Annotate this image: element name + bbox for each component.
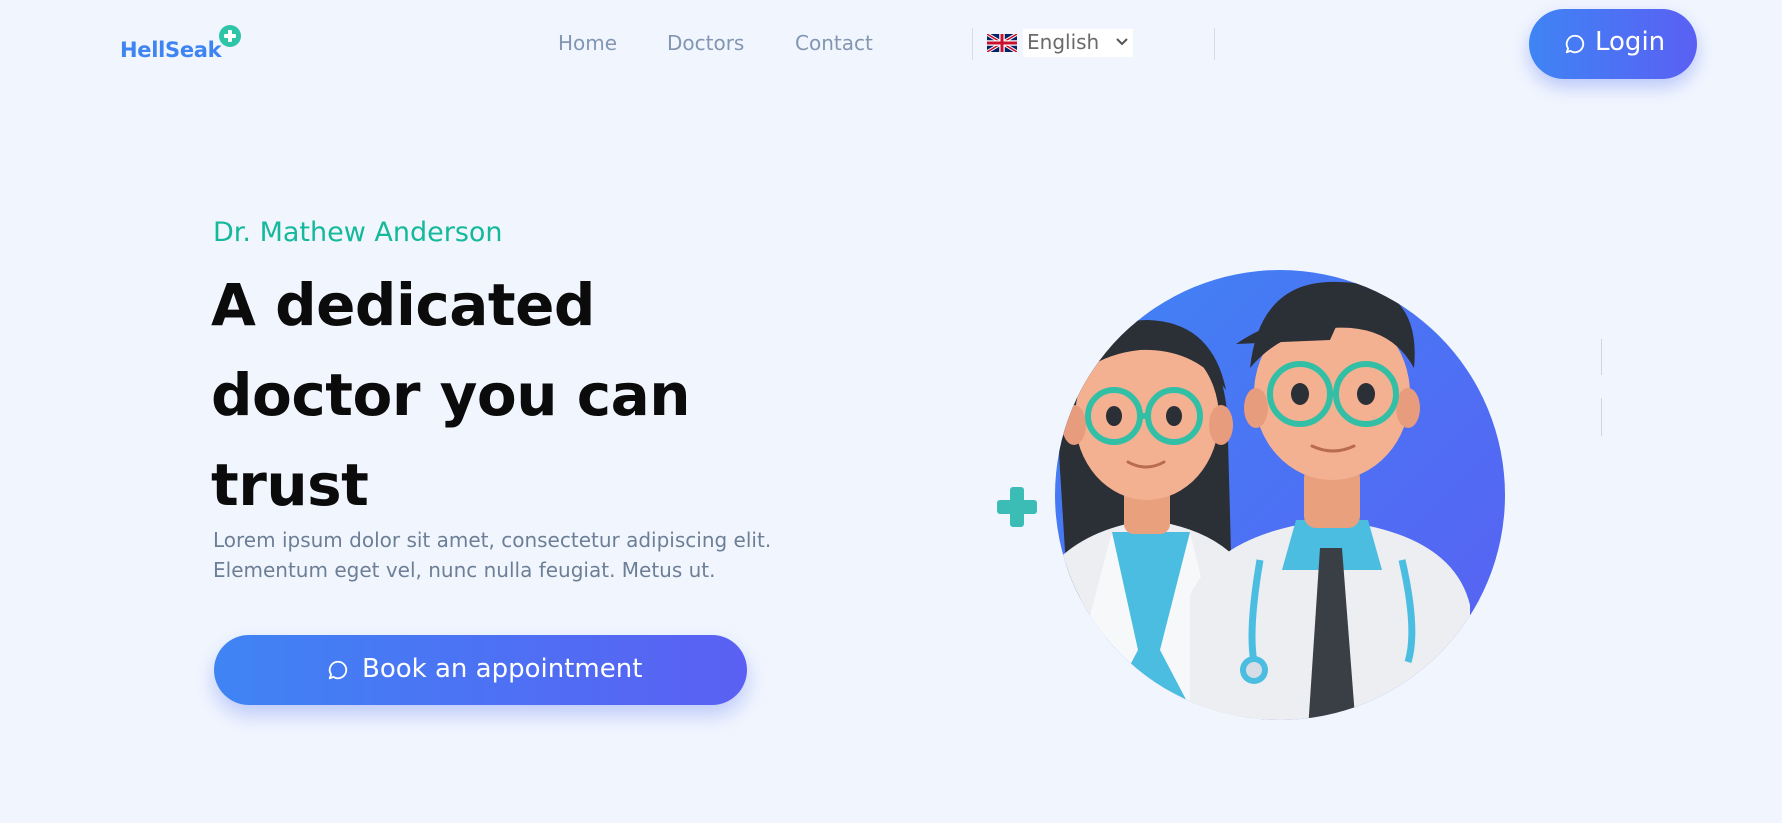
uk-flag-icon bbox=[987, 34, 1017, 52]
login-button[interactable]: Login bbox=[1529, 9, 1697, 79]
doctors-illustration bbox=[997, 270, 1505, 720]
doctor-name: Dr. Mathew Anderson bbox=[213, 217, 503, 248]
nav-doctors[interactable]: Doctors bbox=[667, 31, 744, 55]
plus-icon bbox=[219, 25, 241, 47]
nav-divider bbox=[1214, 28, 1215, 60]
nav-contact[interactable]: Contact bbox=[795, 31, 873, 55]
hero-description: Lorem ipsum dolor sit amet, consectetur … bbox=[213, 528, 772, 582]
nav-home[interactable]: Home bbox=[558, 31, 617, 55]
book-appointment-button[interactable]: Book an appointment bbox=[214, 635, 747, 705]
chat-icon bbox=[1565, 34, 1585, 54]
slider-indicator[interactable] bbox=[1601, 339, 1602, 375]
top-nav: HellSeak Home Doctors Contact English Lo… bbox=[0, 0, 1782, 90]
hero-title: A dedicated doctor you can trust bbox=[211, 271, 691, 519]
brand-logo[interactable]: HellSeak bbox=[120, 38, 222, 62]
chat-icon bbox=[328, 660, 348, 680]
chevron-down-icon bbox=[1116, 38, 1128, 46]
slider-indicator[interactable] bbox=[1601, 398, 1602, 436]
plus-icon bbox=[997, 487, 1037, 527]
book-appointment-label: Book an appointment bbox=[362, 654, 643, 684]
language-selector[interactable]: English bbox=[987, 29, 1133, 57]
language-dropdown[interactable]: English bbox=[1023, 29, 1133, 57]
login-label: Login bbox=[1595, 27, 1666, 57]
nav-divider bbox=[972, 28, 973, 60]
language-label: English bbox=[1027, 30, 1100, 54]
